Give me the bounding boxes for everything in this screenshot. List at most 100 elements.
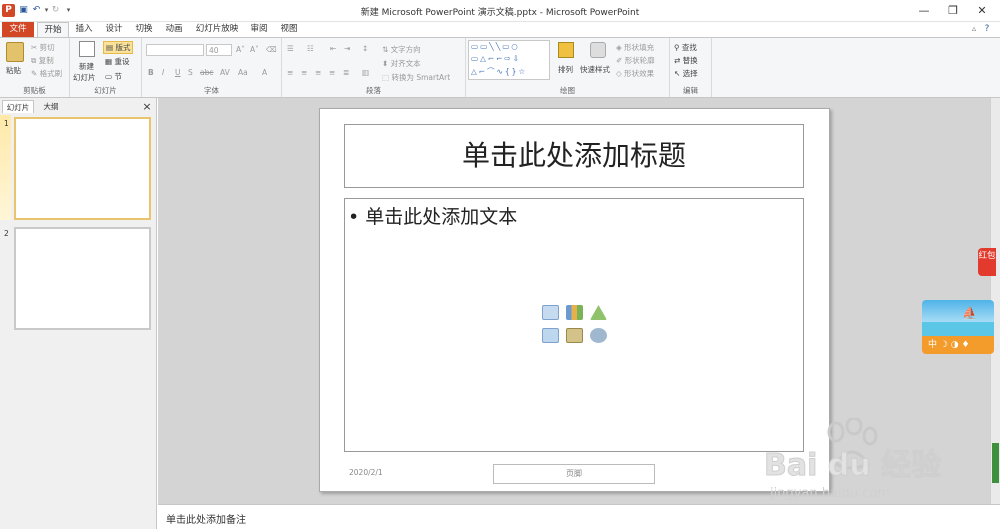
tab-transitions[interactable]: 切换	[130, 22, 158, 37]
tab-view[interactable]: 视图	[275, 22, 303, 37]
shape-effects-button[interactable]: ◇ 形状效果	[616, 68, 654, 79]
tab-slides[interactable]: 幻灯片	[2, 100, 34, 113]
font-color-icon[interactable]: A	[262, 68, 267, 77]
bullets-icon[interactable]: ☰	[287, 44, 294, 53]
close-button[interactable]: ✕	[968, 3, 996, 19]
columns-icon[interactable]: ▥	[362, 68, 369, 77]
minimize-button[interactable]: —	[910, 3, 938, 19]
ime-toolbar[interactable]: 中 ☽ ◑ ♦	[922, 336, 994, 354]
date-placeholder[interactable]: 2020/2/1	[349, 468, 383, 477]
ribbon-tabs: 文件 开始 插入 设计 切换 动画 幻灯片放映 审阅 视图 ▵ ?	[0, 22, 1000, 37]
paste-icon[interactable]	[6, 42, 24, 62]
quick-styles-icon[interactable]	[590, 42, 606, 58]
tab-design[interactable]: 设计	[100, 22, 128, 37]
copy-button[interactable]: ⧉ 复制	[31, 55, 54, 66]
section-button[interactable]: ▭ 节	[105, 71, 122, 82]
smartart-button[interactable]: ⬚ 转换为 SmartArt	[382, 72, 450, 83]
shapes-row-3-icons[interactable]: △⌐⌒∿{}☆	[471, 66, 527, 77]
justify-icon[interactable]: ≡	[329, 68, 335, 77]
align-left-icon[interactable]: ≡	[287, 68, 293, 77]
insert-clipart-icon[interactable]	[566, 328, 583, 343]
insert-media-icon[interactable]	[590, 328, 607, 343]
line-spacing-icon[interactable]: ↕	[362, 44, 368, 53]
slide-thumbnail-2[interactable]	[14, 227, 151, 330]
sky-image	[922, 300, 994, 322]
tab-slideshow[interactable]: 幻灯片放映	[192, 22, 242, 37]
paste-button[interactable]: 粘贴	[6, 65, 21, 76]
select-button[interactable]: ↖ 选择	[674, 68, 698, 79]
shadow-icon[interactable]: S	[188, 68, 193, 77]
arrange-icon[interactable]	[558, 42, 574, 58]
align-center-icon[interactable]: ≡	[301, 68, 307, 77]
tab-animations[interactable]: 动画	[160, 22, 188, 37]
copy-icon: ⧉	[31, 56, 39, 65]
underline-icon[interactable]: U	[175, 68, 181, 77]
distributed-icon[interactable]: ≣	[343, 68, 349, 77]
insert-table-icon[interactable]	[542, 305, 559, 320]
char-spacing-icon[interactable]: AV	[220, 68, 230, 77]
numbering-icon[interactable]: ☷	[307, 44, 314, 53]
shapes-gallery[interactable]: ▭▭╲╲▭○ ▭△⌐⌐⇨⇩ △⌐⌒∿{}☆	[468, 40, 550, 80]
cut-button[interactable]: ✂ 剪切	[31, 42, 55, 53]
restore-button[interactable]: ❐	[939, 3, 967, 19]
shapes-row-2-icons[interactable]: ▭△⌐⌐⇨⇩	[471, 54, 521, 63]
slide-1-selection-bar	[0, 115, 11, 220]
replace-button[interactable]: ⇄ 替换	[674, 55, 698, 66]
group-label-paragraph: 段落	[366, 86, 381, 95]
font-name-combobox[interactable]	[146, 44, 204, 56]
find-button[interactable]: ⚲ 查找	[674, 42, 697, 53]
tab-file[interactable]: 文件	[2, 22, 34, 37]
group-clipboard: 粘贴 ✂ 剪切 ⧉ 复制 ✎ 格式刷 剪贴板	[0, 38, 70, 97]
title-bar: P ▣ ↶ ▾ ↻ ▾ 新建 Microsoft PowerPoint 演示文稿…	[0, 0, 1000, 22]
decrease-indent-icon[interactable]: ⇤	[330, 44, 336, 53]
group-label-editing: 编辑	[683, 86, 698, 95]
minimize-ribbon-icon[interactable]: ▵	[968, 22, 980, 37]
align-text-button[interactable]: ⬍ 对齐文本	[382, 58, 421, 69]
shape-fill-button[interactable]: ◈ 形状填充	[616, 42, 654, 53]
reset-button[interactable]: ▦ 重设	[105, 56, 129, 67]
beach-widget[interactable]: ⛵ 中 ☽ ◑ ♦	[922, 300, 994, 354]
hongbao-badge[interactable]: 红包	[978, 248, 996, 276]
change-case-icon[interactable]: Aa	[238, 68, 248, 77]
shapes-row-1-icons[interactable]: ▭▭╲╲▭○	[471, 42, 520, 51]
group-label-slides: 幻灯片	[94, 86, 117, 95]
strikethrough-icon[interactable]: abc	[200, 68, 213, 77]
content-placeholder-text[interactable]: • 单击此处添加文本	[348, 202, 517, 229]
increase-indent-icon[interactable]: ⇥	[344, 44, 350, 53]
tab-home[interactable]: 开始	[37, 22, 69, 37]
cursor-icon: ↖	[674, 69, 683, 78]
new-slide-label-1[interactable]: 新建	[79, 61, 94, 72]
align-right-icon[interactable]: ≡	[315, 68, 321, 77]
clear-format-icon[interactable]: ⌫	[266, 45, 277, 54]
grow-font-icon[interactable]: A˄	[236, 45, 245, 54]
content-placeholder[interactable]	[344, 198, 804, 452]
scissors-icon: ✂	[31, 43, 40, 52]
arrange-button[interactable]: 排列	[558, 64, 573, 75]
text-direction-button[interactable]: ⇅ 文字方向	[382, 44, 421, 55]
footer-placeholder[interactable]: 页脚	[493, 464, 655, 484]
close-panel-icon[interactable]: ×	[140, 100, 154, 113]
format-painter-button[interactable]: ✎ 格式刷	[31, 68, 62, 79]
italic-icon[interactable]: I	[162, 68, 164, 77]
font-size-combobox[interactable]: 40	[206, 44, 232, 56]
text-direction-icon: ⇅	[382, 45, 391, 54]
new-slide-label-2[interactable]: 幻灯片	[73, 72, 96, 83]
quick-styles-button[interactable]: 快速样式	[580, 64, 610, 75]
shape-outline-button[interactable]: ✐ 形状轮廓	[616, 55, 655, 66]
layout-button[interactable]: ▤ 版式	[103, 41, 134, 54]
ribbon: 粘贴 ✂ 剪切 ⧉ 复制 ✎ 格式刷 剪贴板 新建 幻灯片 ▤ 版式 ▦ 重设 …	[0, 37, 1000, 98]
tab-review[interactable]: 审阅	[245, 22, 273, 37]
tab-insert[interactable]: 插入	[70, 22, 98, 37]
slide-thumbnail-1[interactable]	[14, 117, 151, 220]
shrink-font-icon[interactable]: A˅	[250, 45, 259, 54]
title-placeholder[interactable]: 单击此处添加标题	[344, 124, 804, 188]
notes-placeholder[interactable]: 单击此处添加备注	[166, 511, 246, 526]
tab-outline[interactable]: 大纲	[36, 100, 66, 113]
new-slide-icon[interactable]	[79, 41, 95, 57]
group-font: 40 A˄ A˅ ⌫ B I U S abc AV Aa A 字体	[142, 38, 282, 97]
insert-picture-icon[interactable]	[542, 328, 559, 343]
bold-icon[interactable]: B	[148, 68, 154, 77]
group-slides: 新建 幻灯片 ▤ 版式 ▦ 重设 ▭ 节 幻灯片	[70, 38, 142, 97]
insert-chart-icon[interactable]	[566, 305, 583, 320]
help-icon[interactable]: ?	[980, 22, 994, 37]
